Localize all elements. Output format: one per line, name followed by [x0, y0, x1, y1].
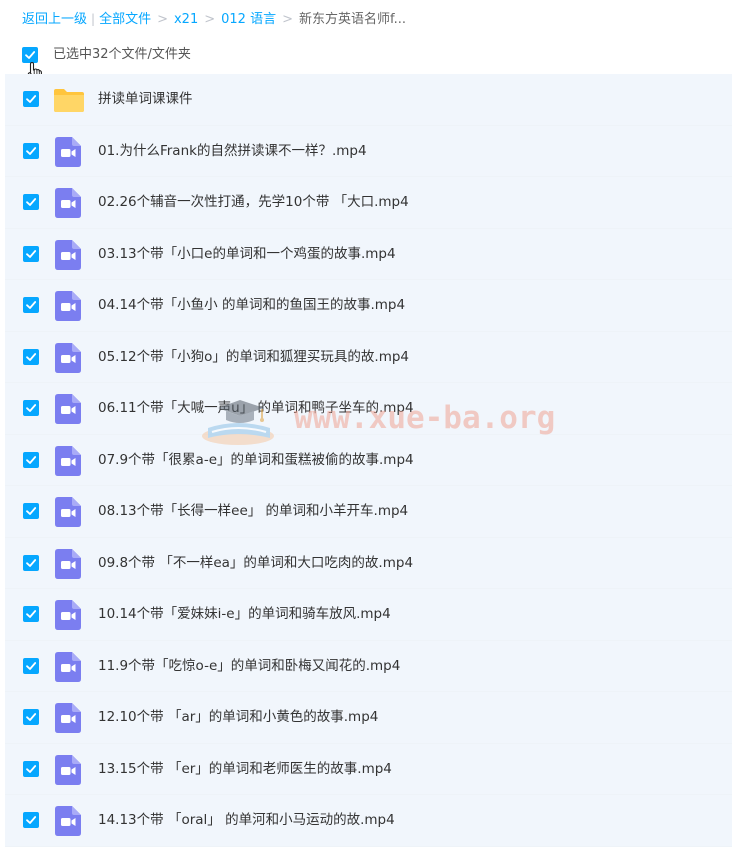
row-checkbox[interactable]: [23, 606, 39, 622]
video-file-icon: [55, 703, 81, 733]
folder-row[interactable]: 拼读单词课课件: [5, 74, 732, 126]
check-icon: [26, 146, 37, 155]
row-checkbox[interactable]: [23, 657, 39, 674]
file-name[interactable]: 11.9个带「吃惊o-e」的单词和卧梅又闻花的.mp4: [98, 641, 400, 692]
video-file-icon: [55, 342, 81, 373]
row-checkbox[interactable]: [23, 297, 39, 313]
video-file-icon: [55, 754, 81, 785]
check-icon: [26, 198, 37, 206]
breadcrumb: 返回上一级 | 全部文件 > x21 >012 语言 > 新东方英语名师f...: [22, 10, 406, 28]
file-name[interactable]: 05.12个带「小狗o」的单词和狐狸买玩具的故.mp4: [98, 332, 409, 383]
row-checkbox[interactable]: [23, 760, 39, 777]
file-name[interactable]: 06.11个带「大喊一声u」 的单词和鸭子坐车的.mp4: [98, 383, 414, 434]
file-name[interactable]: 14.13个带 「oral」 的单河和小马运动的故.mp4: [98, 795, 395, 846]
file-row[interactable]: 01.为什么Frank的自然拼读课不一样？.mp4: [5, 125, 732, 177]
row-checkbox[interactable]: [23, 812, 39, 828]
row-checkbox[interactable]: [23, 554, 39, 571]
file-row[interactable]: 14.13个带 「oral」 的单河和小马运动的故.mp4: [5, 795, 732, 847]
check-icon: [26, 816, 37, 824]
video-file-icon: [55, 806, 81, 836]
check-icon: [26, 610, 37, 618]
check-icon: [26, 301, 37, 309]
file-name[interactable]: 02.26个辅音一次性打通，先学10个带 「大口.mp4: [98, 177, 409, 228]
video-file-icon: [55, 600, 81, 630]
video-file-icon: [55, 239, 81, 270]
video-file-icon: [55, 548, 81, 579]
row-checkbox[interactable]: [23, 709, 39, 725]
check-icon: [26, 713, 37, 721]
file-name[interactable]: 13.15个带 「er」的单词和老师医生的故事.mp4: [98, 744, 392, 795]
file-name[interactable]: 03.13个带「小口e的单词和一个鸡蛋的故事.mp4: [98, 229, 396, 280]
file-row[interactable]: 04.14个带「小鱼小 的单词和的鱼国王的故事.mp4: [5, 280, 732, 332]
check-icon: [26, 764, 37, 773]
breadcrumb-separator: >: [204, 12, 216, 27]
selection-count: 已选中32个文件/文件夹: [53, 47, 191, 62]
selection-bar: 已选中32个文件/文件夹: [22, 44, 722, 83]
check-icon: [26, 249, 37, 258]
check-icon: [26, 558, 37, 567]
file-row[interactable]: 12.10个带 「ar」的单词和小黄色的故事.mp4: [5, 692, 732, 744]
row-checkbox[interactable]: [23, 348, 39, 365]
folder-icon: [54, 89, 84, 112]
file-row[interactable]: 10.14个带「爱妹妹i-e」的单词和骑车放风.mp4: [5, 589, 732, 641]
check-icon: [26, 661, 37, 670]
video-file-icon: [55, 291, 81, 321]
video-file-icon: [55, 445, 81, 476]
row-checkbox[interactable]: [23, 91, 39, 107]
breadcrumb-item[interactable]: x21: [174, 12, 198, 27]
row-checkbox[interactable]: [23, 194, 39, 210]
row-checkbox[interactable]: [23, 245, 39, 262]
file-row[interactable]: 02.26个辅音一次性打通，先学10个带 「大口.mp4: [5, 177, 732, 229]
file-row[interactable]: 13.15个带 「er」的单词和老师医生的故事.mp4: [5, 743, 732, 795]
back-link[interactable]: 返回上一级: [22, 12, 87, 27]
file-name[interactable]: 10.14个带「爱妹妹i-e」的单词和骑车放风.mp4: [98, 589, 391, 640]
video-file-icon: [55, 497, 81, 527]
all-files-link[interactable]: 全部文件: [99, 12, 151, 27]
check-icon: [26, 95, 37, 103]
check-icon: [26, 507, 37, 515]
check-icon: [26, 352, 37, 361]
video-file-icon: [55, 136, 81, 167]
file-row[interactable]: 09.8个带 「不一样ea」的单词和大口吃肉的故.mp4: [5, 537, 732, 589]
breadcrumb-item[interactable]: 012 语言: [221, 12, 276, 27]
video-file-icon: [55, 651, 81, 682]
file-row[interactable]: 08.13个带「长得一样ee」 的单词和小羊开车.mp4: [5, 486, 732, 538]
file-row[interactable]: 05.12个带「小狗o」的单词和狐狸买玩具的故.mp4: [5, 331, 732, 383]
breadcrumb-current: 新东方英语名师f...: [299, 12, 407, 27]
breadcrumb-divider: |: [91, 12, 96, 26]
row-checkbox[interactable]: [23, 142, 39, 159]
file-row[interactable]: 07.9个带「很累a-e」的单词和蛋糕被偷的故事.mp4: [5, 434, 732, 486]
row-checkbox[interactable]: [23, 451, 39, 468]
check-icon: [26, 404, 37, 412]
video-file-icon: [55, 394, 81, 424]
video-file-icon: [55, 188, 81, 218]
check-icon: [25, 51, 36, 59]
file-name[interactable]: 01.为什么Frank的自然拼读课不一样？.mp4: [98, 126, 367, 177]
file-list: 拼读单词课课件 01.为什么Frank的自然拼读课不一样？.mp4 02.26个辅音…: [5, 74, 732, 847]
file-name[interactable]: 12.10个带 「ar」的单词和小黄色的故事.mp4: [98, 692, 378, 743]
breadcrumb-separator: >: [157, 12, 168, 27]
file-name[interactable]: 拼读单词课课件: [98, 74, 193, 125]
file-row[interactable]: 11.9个带「吃惊o-e」的单词和卧梅又闻花的.mp4: [5, 640, 732, 692]
file-row[interactable]: 03.13个带「小口e的单词和一个鸡蛋的故事.mp4: [5, 228, 732, 280]
file-name[interactable]: 08.13个带「长得一样ee」 的单词和小羊开车.mp4: [98, 486, 408, 537]
row-checkbox[interactable]: [23, 400, 39, 416]
breadcrumb-separator: >: [282, 12, 293, 27]
file-name[interactable]: 04.14个带「小鱼小 的单词和的鱼国王的故事.mp4: [98, 280, 405, 331]
row-checkbox[interactable]: [23, 503, 39, 519]
file-name[interactable]: 07.9个带「很累a-e」的单词和蛋糕被偷的故事.mp4: [98, 435, 414, 486]
file-name[interactable]: 09.8个带 「不一样ea」的单词和大口吃肉的故.mp4: [98, 538, 413, 589]
check-icon: [26, 455, 37, 464]
file-row[interactable]: 06.11个带「大喊一声u」 的单词和鸭子坐车的.mp4: [5, 383, 732, 435]
